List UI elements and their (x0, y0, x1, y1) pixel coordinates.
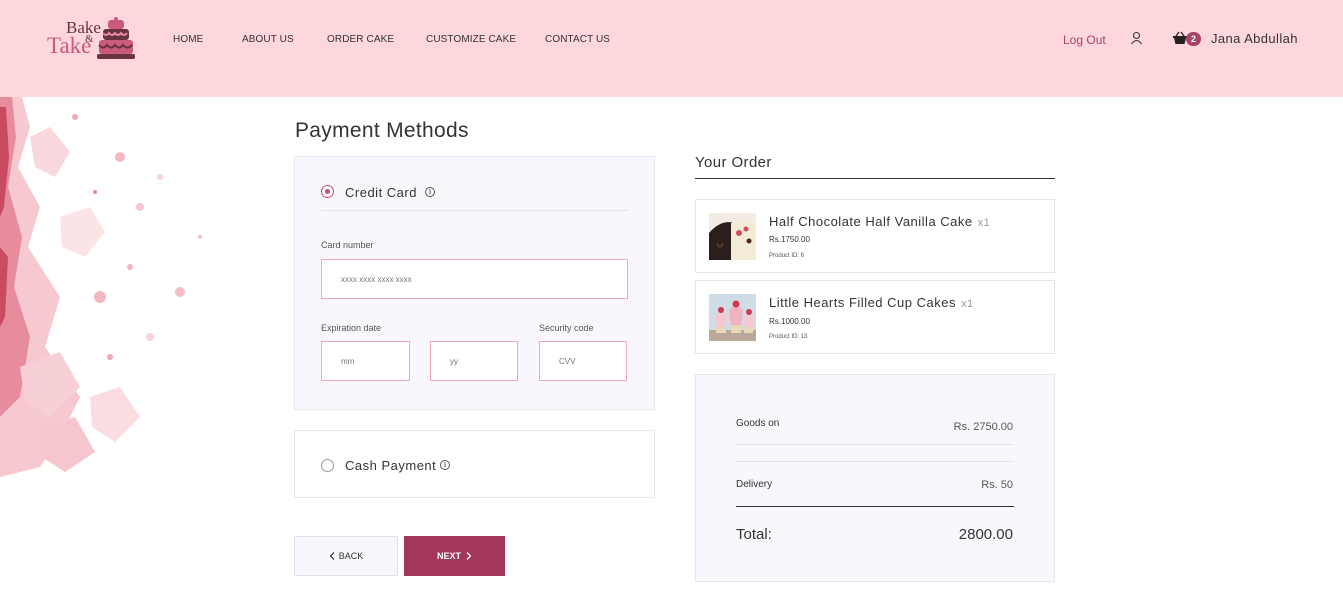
credit-card-label[interactable]: Credit Card (345, 185, 417, 200)
cash-payment-panel[interactable]: Cash Payment i (294, 430, 655, 498)
divider (736, 444, 1014, 445)
item-name-text: Little Hearts Filled Cup Cakes (769, 295, 956, 310)
cash-payment-radio[interactable] (321, 459, 334, 472)
logo-ampersand: & (85, 33, 94, 45)
order-item: Half Chocolate Half Vanilla Cake x1 Rs.17… (695, 199, 1055, 273)
item-name-text: Half Chocolate Half Vanilla Cake (769, 214, 973, 229)
card-number-label: Card number (321, 240, 374, 250)
nav-about-us[interactable]: ABOUT US (242, 34, 294, 45)
item-quantity: x1 (960, 298, 974, 310)
decorative-splatter (0, 97, 202, 477)
logout-link[interactable]: Log Out (1063, 33, 1106, 47)
nav-home[interactable]: HOME (173, 34, 203, 45)
item-quantity: x1 (977, 217, 991, 229)
credit-card-radio[interactable] (321, 185, 334, 198)
expiry-month-input[interactable] (341, 356, 409, 366)
card-number-input[interactable] (341, 274, 627, 284)
cake-logo-icon (97, 17, 135, 59)
nav-customize-cake[interactable]: CUSTOMIZE CAKE (426, 34, 516, 45)
next-button-label: NEXT (436, 551, 461, 561)
card-number-field[interactable] (321, 259, 628, 299)
item-price: Rs.1750.00 (769, 235, 810, 244)
cupcake-thumbnail (709, 294, 756, 341)
cash-payment-label[interactable]: Cash Payment (345, 458, 436, 473)
username[interactable]: Jana Abdullah (1211, 31, 1298, 46)
cake-thumbnail (709, 213, 756, 260)
divider (695, 178, 1055, 179)
info-icon[interactable]: i (440, 460, 450, 470)
expiry-year-input[interactable] (450, 356, 517, 366)
info-icon[interactable]: i (425, 187, 435, 197)
user-icon[interactable] (1130, 31, 1143, 45)
item-name: Little Hearts Filled Cup Cakes x1 (769, 295, 974, 310)
item-name: Half Chocolate Half Vanilla Cake x1 (769, 214, 990, 229)
item-product-id: Product ID: 13 (769, 334, 808, 340)
bake-and-take-logo[interactable]: Bake Take & (44, 14, 136, 64)
back-button-label: BACK (338, 551, 364, 561)
delivery-value: Rs. 50 (981, 479, 1013, 491)
next-button[interactable]: NEXT (404, 536, 505, 576)
nav-contact-us[interactable]: CONTACT US (545, 34, 610, 45)
order-summary: Goods on Rs. 2750.00 Delivery Rs. 50 Tot… (695, 374, 1055, 582)
divider (321, 210, 628, 211)
site-header: Bake Take & HOME ABOUT US ORDER CAKE CUS… (0, 0, 1343, 97)
expiry-year-field[interactable] (430, 341, 518, 381)
nav-order-cake[interactable]: ORDER CAKE (327, 34, 394, 45)
page-title: Payment Methods (295, 119, 469, 142)
total-value: 2800.00 (958, 526, 1013, 543)
cvv-input[interactable] (559, 356, 626, 366)
cart-count-badge: 2 (1186, 32, 1201, 46)
item-price: Rs.1000.00 (769, 317, 810, 326)
expiration-date-label: Expiration date (321, 323, 382, 333)
delivery-label: Delivery (736, 479, 773, 490)
divider (736, 461, 1014, 462)
back-button[interactable]: BACK (294, 536, 398, 576)
chevron-left-icon (329, 552, 335, 560)
credit-card-panel: Credit Card i Card number Expiration dat… (294, 156, 655, 410)
order-item: Little Hearts Filled Cup Cakes x1 Rs.1000… (695, 280, 1055, 354)
total-label: Total: (736, 526, 772, 543)
divider (736, 506, 1014, 507)
goods-label: Goods on (736, 418, 780, 429)
order-title: Your Order (695, 154, 772, 171)
item-product-id: Product ID: 6 (769, 253, 805, 259)
goods-value: Rs. 2750.00 (953, 421, 1013, 433)
chevron-right-icon (466, 552, 472, 560)
expiry-month-field[interactable] (321, 341, 410, 381)
cvv-field[interactable] (539, 341, 627, 381)
security-code-label: Security code (539, 323, 594, 333)
